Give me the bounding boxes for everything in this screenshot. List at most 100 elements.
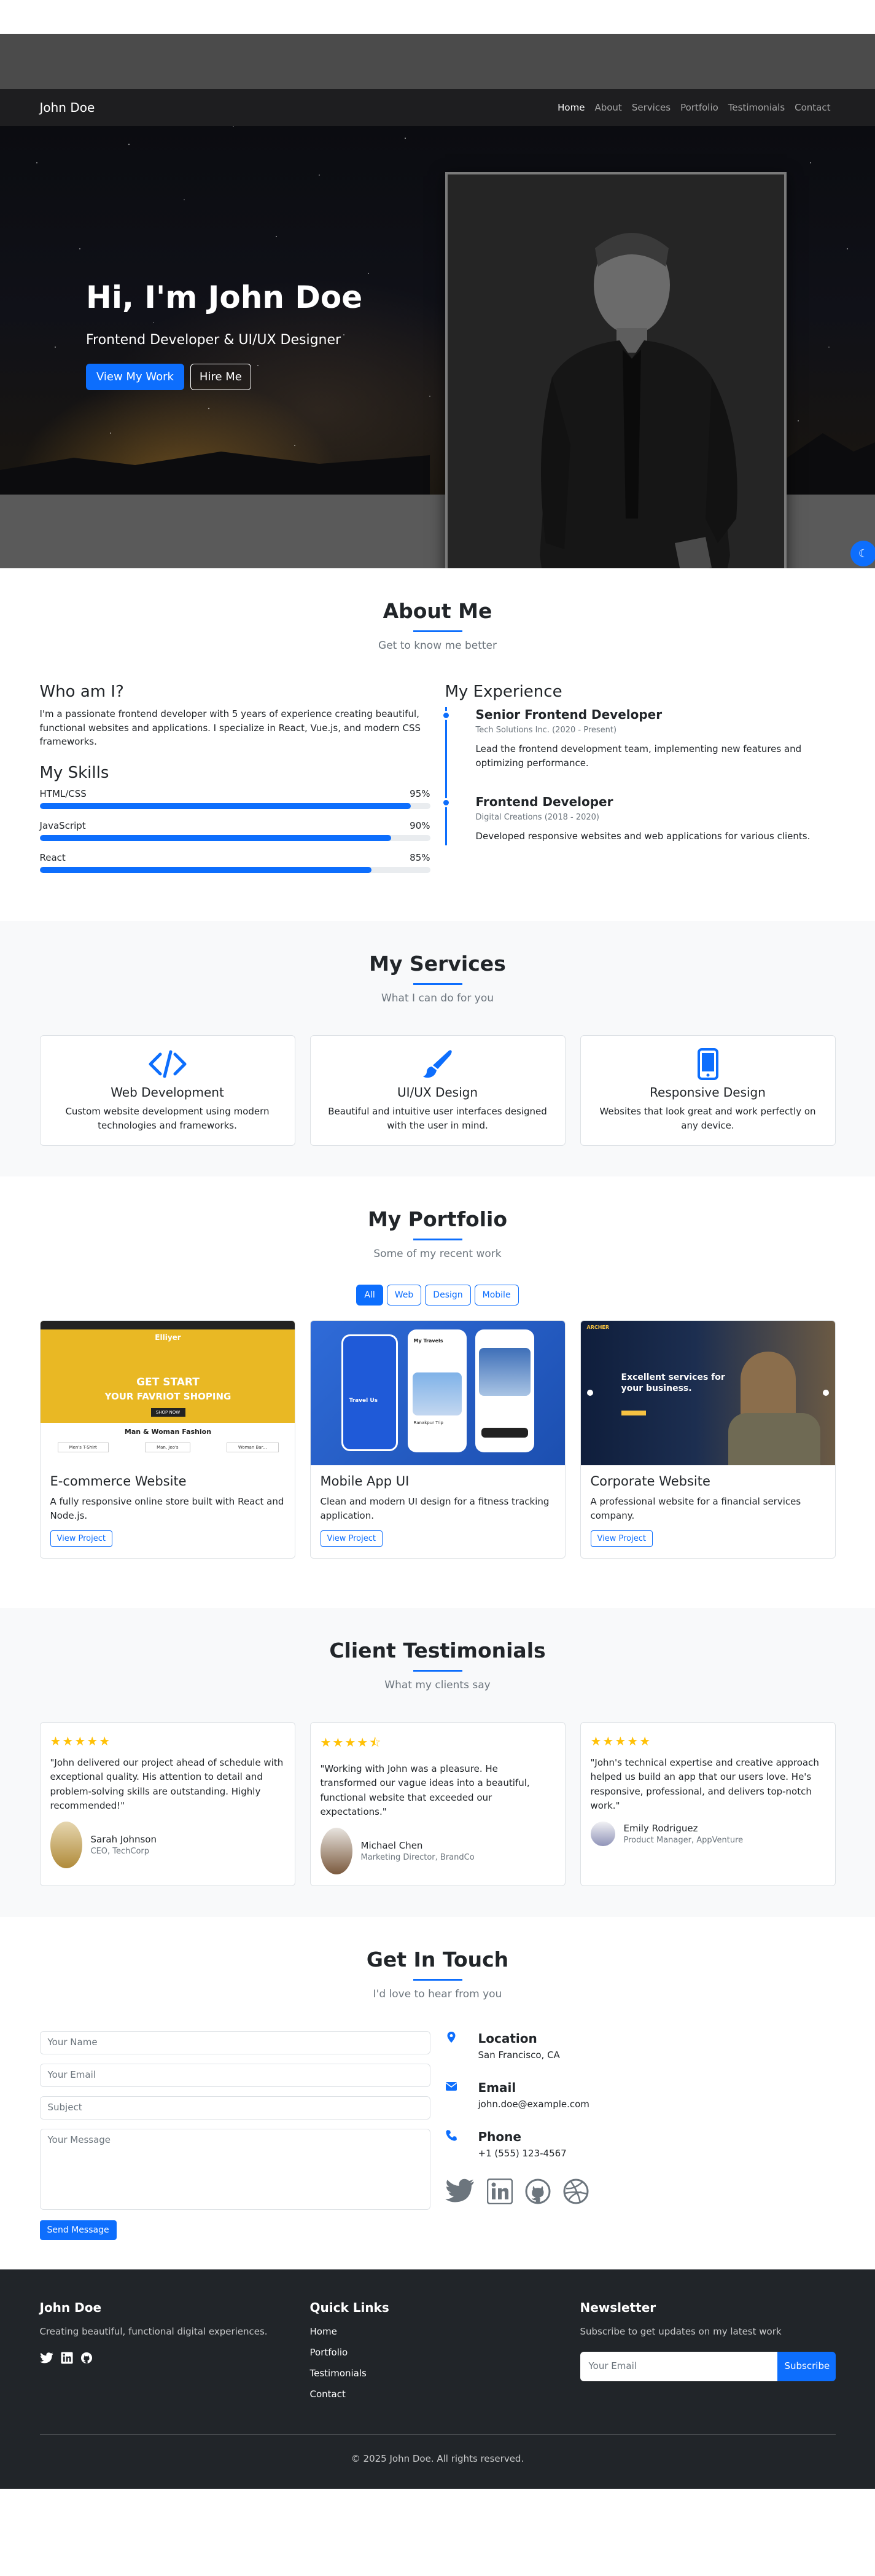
- view-project-button[interactable]: View Project: [50, 1530, 112, 1547]
- corporate-thumbnail[interactable]: ARCHER Excellent services for your busin…: [580, 1320, 835, 1465]
- nav-links: Home About Services Portfolio Testimonia…: [553, 102, 835, 113]
- portfolio-title: My Portfolio: [367, 1207, 508, 1231]
- github-icon[interactable]: [525, 2179, 551, 2204]
- newsletter-email-input[interactable]: Your Email: [580, 2352, 777, 2381]
- send-message-button[interactable]: Send Message: [39, 2220, 117, 2240]
- contact-form: Your Name Your Email Subject Your Messag…: [39, 2031, 430, 2240]
- thumb-banner-line1: GET START: [136, 1376, 200, 1388]
- portfolio-subtitle: Some of my recent work: [373, 1247, 502, 1260]
- email-field[interactable]: Your Email: [39, 2064, 430, 2087]
- skills-heading: My Skills: [39, 763, 109, 782]
- message-field[interactable]: Your Message: [39, 2129, 430, 2210]
- footer-quick-links: Quick Links Home Portfolio Testimonials …: [310, 2300, 566, 2410]
- thumb-phone-middle: My Travels Ranakpur Trip: [407, 1329, 467, 1452]
- skill-item: JavaScript 90%: [39, 820, 430, 841]
- phone-label: Phone: [478, 2129, 521, 2144]
- hire-me-button[interactable]: Hire Me: [190, 364, 251, 390]
- navbar: John Doe Home About Services Portfolio T…: [0, 89, 875, 126]
- filter-web-button[interactable]: Web: [386, 1284, 422, 1306]
- about-bio-column: Who am I? I'm a passionate frontend deve…: [39, 683, 430, 884]
- footer-link-contact[interactable]: Contact: [310, 2389, 566, 2400]
- contact-title: Get In Touch: [366, 1948, 509, 1971]
- quick-links-heading: Quick Links: [309, 2300, 389, 2315]
- subscribe-button[interactable]: Subscribe: [777, 2352, 836, 2381]
- contact-email: Email john.doe@example.com: [445, 2080, 836, 2110]
- skill-percent: 95%: [410, 788, 430, 799]
- service-card-ui-ux-design: UI/UX Design Beautiful and intuitive use…: [309, 1035, 566, 1146]
- dribbble-icon[interactable]: [563, 2179, 589, 2204]
- skill-progress-fill: [39, 834, 391, 841]
- skill-item: HTML/CSS 95%: [39, 788, 430, 809]
- thumb-prev-arrow: [586, 1389, 593, 1396]
- about-subtitle: Get to know me better: [378, 640, 497, 652]
- filter-mobile-button[interactable]: Mobile: [474, 1284, 519, 1306]
- avatar: [320, 1828, 352, 1874]
- mobile-app-thumbnail[interactable]: Travel Us My Travels Ranakpur Trip: [310, 1320, 565, 1465]
- nav-link-contact[interactable]: Contact: [790, 102, 835, 113]
- email-value: john.doe@example.com: [478, 2099, 589, 2110]
- view-my-work-button[interactable]: View My Work: [86, 364, 184, 390]
- view-project-button[interactable]: View Project: [590, 1530, 653, 1547]
- footer-link-portfolio[interactable]: Portfolio: [310, 2347, 566, 2358]
- thumb-topbar: [40, 1320, 295, 1329]
- thumb-logo: Elliyer: [155, 1333, 181, 1342]
- client-role: Marketing Director, BrandCo: [360, 1853, 475, 1862]
- nav-link-services[interactable]: Services: [627, 102, 675, 113]
- thumb-phone-left: Travel Us: [341, 1334, 398, 1451]
- project-title: Mobile App UI: [320, 1473, 410, 1489]
- footer-divider: [39, 2434, 836, 2435]
- nav-link-about[interactable]: About: [589, 102, 626, 113]
- job-company: Digital Creations (2018 - 2020): [475, 813, 599, 822]
- nav-link-home[interactable]: Home: [553, 102, 589, 113]
- ecommerce-thumbnail[interactable]: Elliyer GET START YOUR FAVRIOT SHOPING S…: [40, 1320, 295, 1465]
- nav-link-testimonials[interactable]: Testimonials: [723, 102, 790, 113]
- filter-design-button[interactable]: Design: [425, 1284, 471, 1306]
- view-project-button[interactable]: View Project: [320, 1530, 383, 1547]
- portfolio-filters: All Web Design Mobile: [40, 1284, 836, 1306]
- service-description: Websites that look great and work perfec…: [599, 1105, 816, 1131]
- filter-all-button[interactable]: All: [356, 1284, 383, 1306]
- client-role: CEO, TechCorp: [90, 1847, 150, 1856]
- twitter-icon[interactable]: [445, 2179, 475, 2203]
- thumb-headline-line1: Excellent services for: [621, 1372, 725, 1382]
- timeline-dot: [441, 711, 451, 720]
- footer-link-home[interactable]: Home: [310, 2326, 566, 2337]
- linkedin-icon[interactable]: [60, 2352, 73, 2364]
- star-rating: ★★★★⯪: [320, 1735, 383, 1750]
- service-description: Beautiful and intuitive user interfaces …: [328, 1105, 547, 1131]
- contact-info: Location San Francisco, CA Email john.do…: [445, 2031, 836, 2240]
- name-field[interactable]: Your Name: [39, 2031, 430, 2054]
- footer-link-testimonials[interactable]: Testimonials: [310, 2368, 566, 2379]
- portfolio-section: My Portfolio Some of my recent work All …: [0, 1176, 875, 1608]
- moon-icon: ☾: [858, 547, 869, 560]
- star-rating: ★★★★★: [50, 1734, 112, 1748]
- github-icon[interactable]: [80, 2352, 93, 2364]
- skill-progress-fill: [39, 866, 372, 873]
- map-marker-icon: [447, 2032, 455, 2043]
- subject-field[interactable]: Subject: [39, 2096, 430, 2120]
- linkedin-icon[interactable]: [486, 2179, 513, 2204]
- thumb-person-body: [728, 1412, 820, 1465]
- skill-progress-bar: [39, 866, 430, 873]
- title-underline: [413, 1238, 462, 1240]
- brand-link[interactable]: John Doe: [40, 100, 95, 115]
- theme-toggle-button[interactable]: ☾: [850, 541, 875, 566]
- footer-newsletter: Newsletter Subscribe to get updates on m…: [580, 2300, 836, 2410]
- newsletter-text: Subscribe to get updates on my latest wo…: [580, 2326, 782, 2337]
- testimonial-card: ★★★★⯪ "Working with John was a pleasure.…: [309, 1722, 566, 1886]
- nav-link-portfolio[interactable]: Portfolio: [675, 102, 723, 113]
- testimonial-quote: "John's technical expertise and creative…: [590, 1757, 819, 1811]
- top-spacer: [0, 0, 875, 34]
- thumb-trip-label: Ranakpur Trip: [413, 1420, 443, 1425]
- location-label: Location: [478, 2031, 537, 2046]
- timeline-item: Frontend Developer Digital Creations (20…: [441, 794, 836, 844]
- thumb-logo: ARCHER: [586, 1324, 610, 1330]
- skill-item: React 85%: [39, 852, 430, 873]
- twitter-icon[interactable]: [39, 2352, 53, 2364]
- thumb-next-arrow: [822, 1389, 829, 1396]
- hero-profile-photo: [445, 172, 787, 568]
- job-title: Frontend Developer: [475, 794, 613, 809]
- job-description: Developed responsive websites and web ap…: [475, 831, 811, 842]
- footer-social-links: [39, 2352, 295, 2364]
- avatar: [50, 1822, 82, 1868]
